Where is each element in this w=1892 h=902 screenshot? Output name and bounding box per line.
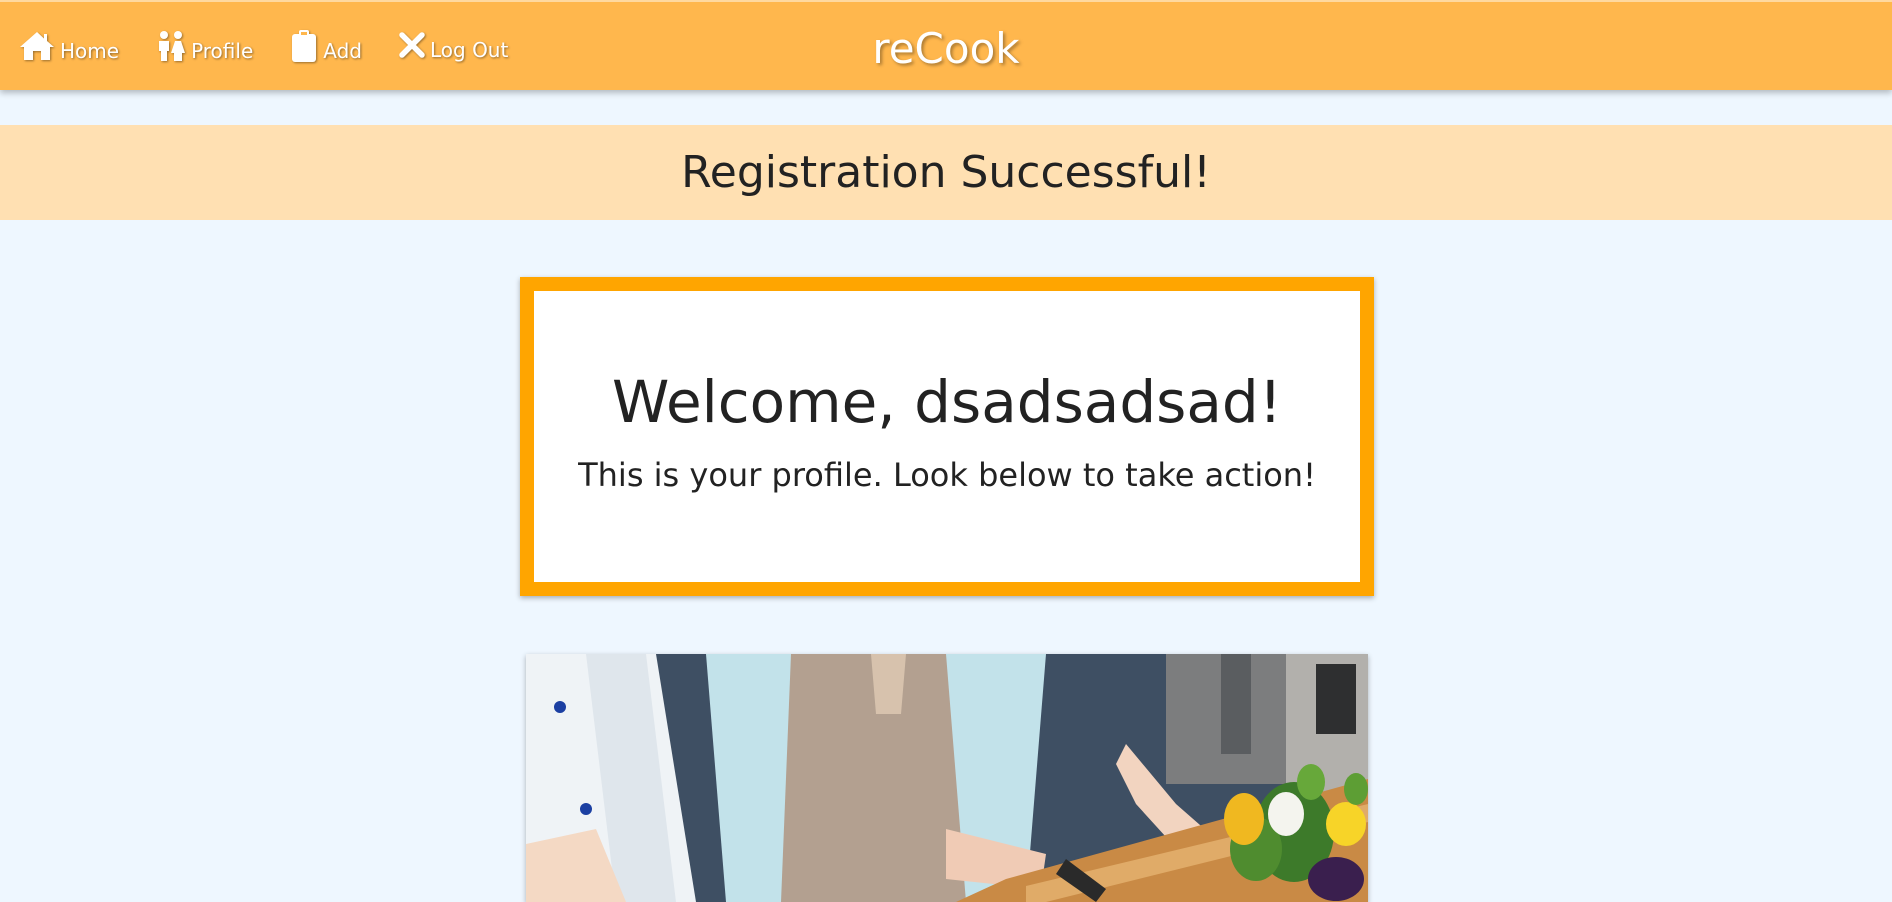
nav-add-label: Add	[323, 39, 362, 63]
registration-alert: Registration Successful!	[0, 125, 1892, 220]
people-icon	[159, 31, 186, 61]
nav-logout-link[interactable]: Log Out	[398, 31, 508, 61]
nav-add-link[interactable]: Add	[289, 30, 362, 62]
cooking-photo	[526, 654, 1368, 902]
nav-profile-link[interactable]: Profile	[155, 30, 253, 62]
nav-profile-label: Profile	[191, 39, 254, 63]
welcome-card: Welcome, dsadsadsad! This is your profil…	[520, 277, 1374, 596]
nav-links: Home Profile Add Log Out	[18, 30, 544, 62]
close-icon	[399, 32, 425, 58]
nav-home-link[interactable]: Home	[18, 30, 119, 62]
alert-message: Registration Successful!	[681, 147, 1211, 198]
home-icon	[20, 32, 54, 60]
clipboard-icon	[292, 30, 317, 62]
cooking-scene-image	[526, 654, 1368, 902]
welcome-heading: Welcome, dsadsadsad!	[612, 368, 1282, 436]
nav-home-label: Home	[60, 39, 120, 63]
top-navbar: Home Profile Add Log Out reCook	[0, 0, 1892, 90]
welcome-subtext: This is your profile. Look below to take…	[578, 456, 1316, 494]
nav-logout-label: Log Out	[429, 38, 509, 62]
